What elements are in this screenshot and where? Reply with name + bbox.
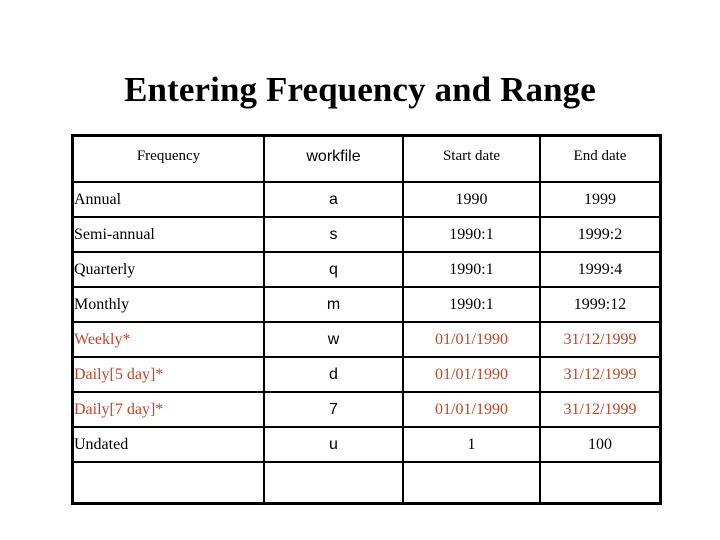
table-body: Annual a 1990 1999 Semi-annual s 1990:1 1999:2 Q… (74, 182, 659, 502)
cell-start-date: 1990:1 (403, 252, 541, 288)
cell-end-date: 1999:2 (540, 217, 659, 253)
cell-start-date: 1990 (403, 182, 541, 218)
table: Frequency workfile Start date End date A… (74, 137, 659, 502)
cell-workfile: u (264, 427, 404, 463)
cell-start-date: 01/01/1990 (403, 392, 541, 428)
cell-start-date: 1 (403, 427, 541, 463)
cell-end-date: 1999 (540, 182, 659, 218)
table-row-empty (74, 462, 659, 502)
cell-frequency: Quarterly (74, 252, 265, 288)
cell-end-date (540, 462, 659, 502)
column-header-end-date: End date (540, 137, 659, 183)
cell-workfile: d (264, 357, 404, 393)
table-row: Undated u 1 100 (74, 427, 659, 463)
cell-start-date (403, 462, 541, 502)
cell-frequency: Annual (74, 182, 265, 218)
table-row: Monthly m 1990:1 1999:12 (74, 287, 659, 323)
cell-end-date: 31/12/1999 (540, 392, 659, 428)
cell-end-date: 1999:4 (540, 252, 659, 288)
cell-workfile: m (264, 287, 404, 323)
cell-end-date: 31/12/1999 (540, 357, 659, 393)
slide-canvas: Entering Frequency and Range Frequency w… (0, 0, 720, 540)
cell-start-date: 01/01/1990 (403, 357, 541, 393)
cell-workfile (264, 462, 404, 502)
cell-frequency: Daily[5 day]* (74, 357, 265, 393)
frequency-range-table: Frequency workfile Start date End date A… (71, 134, 662, 505)
cell-workfile: q (264, 252, 404, 288)
table-head: Frequency workfile Start date End date (74, 137, 659, 183)
cell-frequency: Undated (74, 427, 265, 463)
page-title: Entering Frequency and Range (124, 70, 596, 109)
cell-end-date: 31/12/1999 (540, 322, 659, 358)
cell-end-date: 1999:12 (540, 287, 659, 323)
table-row: Quarterly q 1990:1 1999:4 (74, 252, 659, 288)
table-row: Daily[7 day]* 7 01/01/1990 31/12/1999 (74, 392, 659, 428)
table-row: Annual a 1990 1999 (74, 182, 659, 218)
cell-end-date: 100 (540, 427, 659, 463)
cell-frequency: Daily[7 day]* (74, 392, 265, 428)
cell-workfile: w (264, 322, 404, 358)
cell-workfile: a (264, 182, 404, 218)
cell-frequency: Weekly* (74, 322, 265, 358)
cell-frequency: Semi-annual (74, 217, 265, 253)
table-header-row: Frequency workfile Start date End date (74, 137, 659, 183)
column-header-start-date: Start date (403, 137, 541, 183)
cell-workfile: 7 (264, 392, 404, 428)
cell-frequency: Monthly (74, 287, 265, 323)
column-header-workfile: workfile (264, 137, 404, 183)
table-row: Daily[5 day]* d 01/01/1990 31/12/1999 (74, 357, 659, 393)
cell-start-date: 1990:1 (403, 287, 541, 323)
cell-frequency (74, 462, 265, 502)
table-row: Weekly* w 01/01/1990 31/12/1999 (74, 322, 659, 358)
cell-start-date: 1990:1 (403, 217, 541, 253)
cell-start-date: 01/01/1990 (403, 322, 541, 358)
column-header-frequency: Frequency (74, 137, 265, 183)
cell-workfile: s (264, 217, 404, 253)
table-row: Semi-annual s 1990:1 1999:2 (74, 217, 659, 253)
